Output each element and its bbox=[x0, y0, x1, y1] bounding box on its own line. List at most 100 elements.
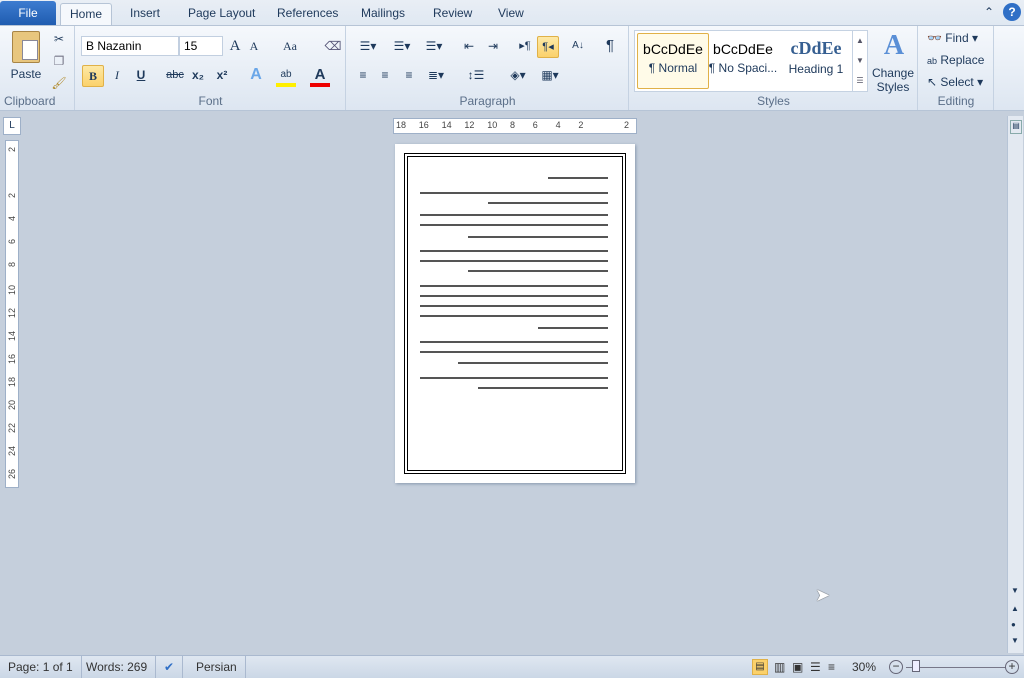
previous-page-icon[interactable]: ▲ bbox=[1011, 604, 1019, 613]
styles-scroll[interactable]: ▲ ▼ ☰ bbox=[852, 31, 867, 91]
strikethrough-button[interactable]: abc bbox=[164, 65, 186, 87]
tab-references[interactable]: References bbox=[268, 3, 347, 26]
grow-font-button[interactable]: A bbox=[226, 36, 244, 58]
document-page[interactable] bbox=[395, 144, 635, 483]
ruler-tick: 22 bbox=[7, 423, 17, 434]
superscript-button[interactable]: x² bbox=[212, 65, 232, 87]
zoom-level[interactable]: 30% bbox=[852, 656, 876, 678]
change-styles-button[interactable]: Change Styles bbox=[868, 66, 918, 94]
clipboard-label: Clipboard bbox=[4, 94, 56, 108]
copy-icon[interactable]: ❐ bbox=[50, 51, 68, 73]
change-case-button[interactable]: Aa bbox=[278, 36, 302, 58]
style-heading-1[interactable]: cDdEe Heading 1 bbox=[780, 34, 852, 90]
ruler-tick: 18 bbox=[396, 120, 407, 130]
ruler-tick: 2 bbox=[624, 120, 630, 130]
text-line bbox=[420, 192, 608, 194]
next-page-icon[interactable]: ▼ bbox=[1011, 636, 1019, 645]
align-center-icon[interactable]: ≡ bbox=[375, 65, 395, 87]
text-effects-icon[interactable]: A bbox=[246, 65, 266, 87]
increase-indent-icon[interactable]: ⇥ bbox=[483, 36, 503, 58]
minimize-ribbon-icon[interactable]: ⌃ bbox=[984, 5, 994, 19]
full-screen-reading-icon[interactable]: ▥ bbox=[774, 656, 785, 678]
word-count[interactable]: Words: 269 bbox=[78, 656, 157, 678]
scroll-down-arrow[interactable]: ▼ bbox=[1011, 586, 1019, 595]
tab-mailings[interactable]: Mailings bbox=[352, 3, 414, 26]
font-size-combo[interactable]: 15 bbox=[179, 36, 223, 56]
ribbon-tab-bar: File Home Insert Page Layout References … bbox=[0, 0, 1024, 26]
find-button[interactable]: 👓 Find ▾ bbox=[927, 28, 978, 50]
align-right-icon[interactable]: ≡ bbox=[399, 65, 419, 87]
replace-button[interactable]: ab Replace bbox=[927, 50, 984, 72]
bold-button[interactable]: B bbox=[82, 65, 104, 87]
style-no-spacing[interactable]: bCcDdEe ¶ No Spaci... bbox=[707, 34, 779, 90]
binoculars-icon: 👓 bbox=[927, 31, 942, 45]
web-layout-icon[interactable]: ▣ bbox=[792, 656, 803, 678]
paste-icon[interactable] bbox=[12, 31, 40, 63]
line-spacing-icon[interactable]: ↕☰ bbox=[463, 65, 489, 87]
tab-page-layout[interactable]: Page Layout bbox=[179, 3, 264, 26]
vertical-scrollbar[interactable]: ▤ ▼ ▲ ● ▼ bbox=[1007, 116, 1023, 653]
text-line bbox=[420, 224, 608, 226]
zoom-out-button[interactable]: − bbox=[889, 660, 903, 674]
justify-icon[interactable]: ≣▾ bbox=[423, 65, 449, 87]
ruler-tick: 16 bbox=[7, 354, 17, 365]
zoom-in-button[interactable]: + bbox=[1005, 660, 1019, 674]
style-normal[interactable]: bCcDdEe ¶ Normal bbox=[637, 33, 709, 89]
paste-button[interactable]: Paste bbox=[6, 64, 46, 86]
change-styles-icon[interactable]: A bbox=[874, 30, 914, 62]
underline-button[interactable]: U bbox=[132, 65, 150, 87]
align-left-icon[interactable]: ≡ bbox=[353, 65, 373, 87]
outline-icon[interactable]: ☰ bbox=[810, 656, 821, 678]
subscript-button[interactable]: x₂ bbox=[188, 65, 208, 87]
tab-home[interactable]: Home bbox=[60, 3, 113, 26]
draft-icon[interactable]: ≡ bbox=[828, 656, 835, 678]
text-line bbox=[420, 315, 608, 317]
zoom-slider-track[interactable] bbox=[906, 667, 1006, 668]
highlight-color-icon[interactable]: ab bbox=[276, 65, 296, 87]
bullets-icon[interactable]: ☰▾ bbox=[355, 36, 381, 58]
proofing-icon[interactable]: ✔ bbox=[156, 656, 184, 678]
help-icon[interactable]: ? bbox=[1003, 3, 1021, 21]
font-color-icon[interactable]: A bbox=[310, 65, 330, 87]
find-label: Find bbox=[945, 31, 969, 45]
ruler-tick: 12 bbox=[7, 308, 17, 319]
page-count[interactable]: Page: 1 of 1 bbox=[0, 656, 82, 678]
cut-icon[interactable]: ✂ bbox=[50, 29, 68, 51]
language[interactable]: Persian bbox=[186, 656, 246, 678]
font-name-combo[interactable]: B Nazanin bbox=[81, 36, 179, 56]
select-button[interactable]: ↖ Select ▾ bbox=[927, 72, 983, 94]
text-line bbox=[488, 202, 608, 204]
ruler-tick: 10 bbox=[487, 120, 498, 130]
clear-formatting-icon[interactable]: ⌫ bbox=[324, 36, 342, 58]
tab-insert[interactable]: Insert bbox=[121, 3, 169, 26]
sort-icon[interactable]: A↓ bbox=[567, 36, 589, 58]
borders-icon[interactable]: ▦▾ bbox=[537, 65, 563, 87]
tab-file[interactable]: File bbox=[0, 1, 56, 25]
zoom-slider-thumb[interactable] bbox=[912, 660, 921, 672]
view-ruler-icon[interactable]: ▤ bbox=[1010, 120, 1022, 134]
multilevel-list-icon[interactable]: ☰▾ bbox=[421, 36, 447, 58]
text-line bbox=[420, 250, 608, 252]
decrease-indent-icon[interactable]: ⇤ bbox=[459, 36, 479, 58]
tab-view[interactable]: View bbox=[489, 3, 533, 26]
browse-object-icon[interactable]: ● bbox=[1011, 620, 1016, 629]
format-painter-icon[interactable]: 🖌 bbox=[50, 73, 68, 95]
tab-selector[interactable]: L bbox=[3, 117, 21, 135]
numbering-icon[interactable]: ☰▾ bbox=[389, 36, 415, 58]
tab-review[interactable]: Review bbox=[424, 3, 481, 26]
show-marks-button[interactable]: ¶ bbox=[601, 36, 619, 58]
italic-button[interactable]: I bbox=[108, 65, 126, 87]
ruler-tick: 12 bbox=[464, 120, 475, 130]
shading-icon[interactable]: ◈▾ bbox=[505, 65, 531, 87]
horizontal-ruler[interactable]: 18 16 14 12 10 8 6 4 2 2 bbox=[393, 118, 637, 134]
print-layout-icon[interactable]: ▤ bbox=[752, 659, 768, 675]
ruler-tick: 2 bbox=[7, 193, 17, 199]
ltr-icon[interactable]: ▸¶ bbox=[515, 36, 535, 58]
rtl-icon[interactable]: ¶◂ bbox=[537, 36, 559, 58]
vertical-ruler[interactable]: 2 2 4 6 8 10 12 14 16 18 20 22 24 26 bbox=[5, 140, 19, 488]
ruler-tick: 4 bbox=[7, 216, 17, 222]
editing-group: 👓 Find ▾ ab Replace ↖ Select ▾ Editing bbox=[919, 26, 994, 110]
ruler-tick: 26 bbox=[7, 469, 17, 480]
shrink-font-button[interactable]: A bbox=[246, 36, 262, 58]
font-label: Font bbox=[198, 94, 223, 108]
